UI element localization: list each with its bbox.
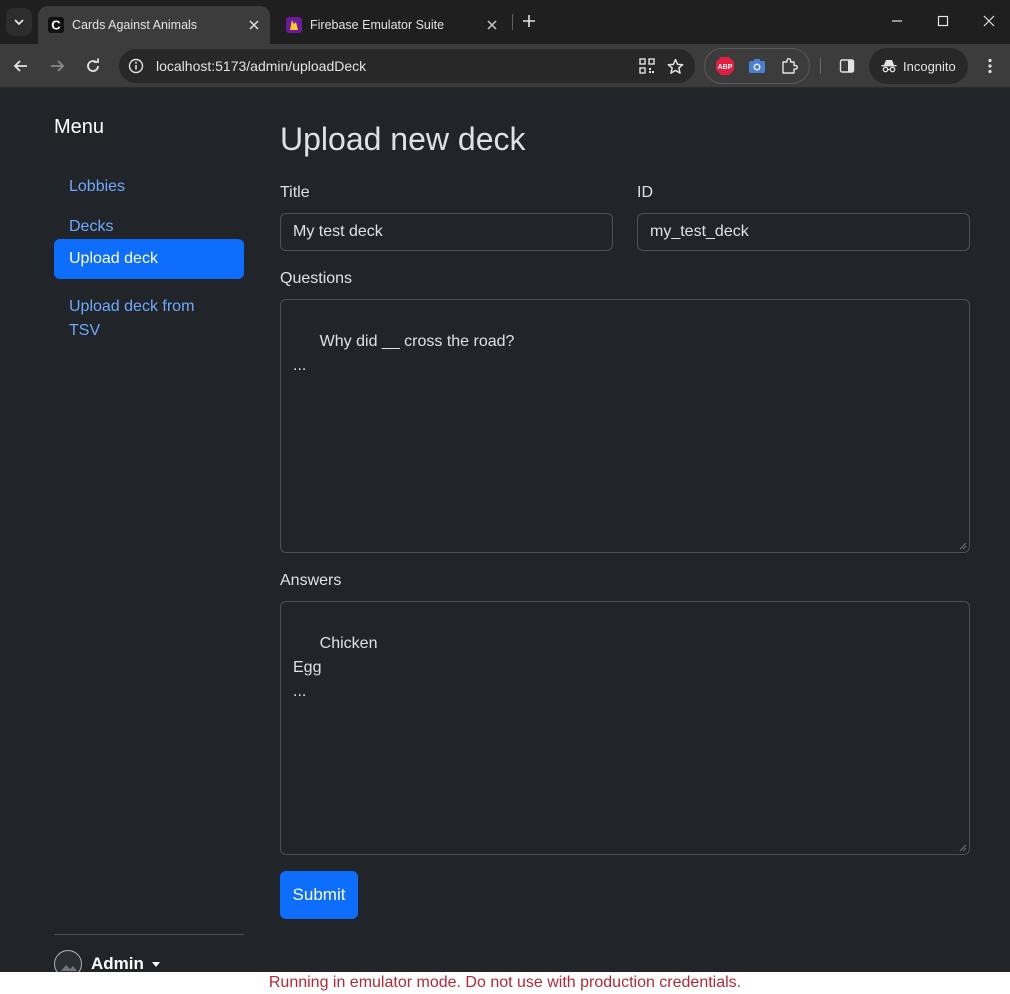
page-content: Menu Lobbies Decks Upload deck Upload de… <box>0 89 1010 978</box>
answers-textarea[interactable]: Chicken Egg ... <box>280 601 970 855</box>
answers-label: Answers <box>280 572 342 589</box>
incognito-label: Incognito <box>903 58 956 74</box>
cards-against-animals-favicon: C <box>48 17 64 33</box>
bookmark-star-icon[interactable] <box>661 52 689 80</box>
side-panel-icon <box>839 59 855 73</box>
adblock-plus-icon[interactable]: ABP <box>709 52 741 80</box>
browser-menu-button[interactable] <box>976 52 1004 80</box>
chevron-down-icon <box>14 19 24 26</box>
menu-heading: Menu <box>54 116 105 138</box>
close-window-button[interactable] <box>974 8 1004 34</box>
toolbar-separator <box>820 58 821 74</box>
more-vert-icon <box>988 58 992 74</box>
close-icon[interactable] <box>246 17 262 33</box>
sidebar-item-upload-deck[interactable]: Upload deck <box>54 239 244 279</box>
firebase-icon <box>286 17 302 33</box>
arrow-left-icon <box>13 60 27 72</box>
user-name: Admin <box>91 954 144 973</box>
questions-label: Questions <box>280 270 353 287</box>
puzzle-icon[interactable] <box>773 52 805 80</box>
minimize-icon <box>892 20 902 22</box>
extensions-group: ABP <box>704 48 810 84</box>
address-bar[interactable]: localhost:5173/admin/uploadDeck <box>119 49 695 83</box>
emulator-warning-banner: Running in emulator mode. Do not use wit… <box>0 972 1010 994</box>
questions-textarea[interactable]: Why did __ cross the road? ... <box>280 299 970 553</box>
svg-text:C: C <box>51 18 61 33</box>
close-icon[interactable] <box>484 17 500 33</box>
back-button[interactable] <box>7 52 35 80</box>
maximize-icon <box>937 15 949 27</box>
sidebar-item-lobbies[interactable]: Lobbies <box>54 167 244 207</box>
title-label: Title <box>280 184 310 201</box>
sidebar-divider <box>54 934 244 935</box>
caret-down-icon <box>151 961 160 967</box>
site-info-icon[interactable] <box>123 53 149 79</box>
new-tab-button[interactable] <box>518 10 540 32</box>
side-panel-button[interactable] <box>833 52 861 80</box>
reload-button[interactable] <box>79 52 107 80</box>
resize-handle-icon[interactable] <box>959 844 967 852</box>
browser-tab-bar: C Cards Against Animals Firebase Emulato… <box>0 0 1010 44</box>
resize-handle-icon[interactable] <box>959 542 967 550</box>
submit-button[interactable]: Submit <box>280 871 358 919</box>
emulator-warning-text: Running in emulator mode. Do not use wit… <box>268 974 742 991</box>
questions-text: Why did __ cross the road? ... <box>293 333 515 374</box>
tab-title: Firebase Emulator Suite <box>310 18 445 32</box>
incognito-icon <box>881 60 897 73</box>
tab-separator <box>512 14 513 30</box>
maximize-button[interactable] <box>928 8 958 34</box>
sidebar-item-upload-deck-from-tsv[interactable]: Upload deck from TSV <box>54 287 234 351</box>
browser-toolbar: localhost:5173/admin/uploadDeck ABP Inco… <box>0 44 1010 88</box>
camera-icon[interactable] <box>741 52 773 80</box>
page-title: Upload new deck <box>280 121 526 157</box>
tab-title: Cards Against Animals <box>72 18 198 32</box>
plus-icon <box>523 15 535 27</box>
sidebar: Menu Lobbies Decks Upload deck Upload de… <box>54 89 244 978</box>
tab-cards-against-animals[interactable]: C Cards Against Animals <box>38 6 270 44</box>
id-label: ID <box>637 184 653 201</box>
incognito-indicator[interactable]: Incognito <box>869 48 968 84</box>
svg-text:ABP: ABP <box>718 64 733 71</box>
minimize-button[interactable] <box>882 8 912 34</box>
qr-code-icon[interactable] <box>633 52 661 80</box>
url-text[interactable]: localhost:5173/admin/uploadDeck <box>156 58 633 74</box>
answers-text: Chicken Egg ... <box>293 635 378 700</box>
arrow-right-icon <box>51 60 65 72</box>
tab-firebase-emulator[interactable]: Firebase Emulator Suite <box>276 6 508 44</box>
reload-icon <box>87 58 99 72</box>
id-input[interactable]: my_test_deck <box>637 213 970 251</box>
close-icon <box>983 15 995 27</box>
forward-button[interactable] <box>43 52 71 80</box>
tab-search-button[interactable] <box>6 8 32 36</box>
title-input[interactable]: My test deck <box>280 213 613 251</box>
